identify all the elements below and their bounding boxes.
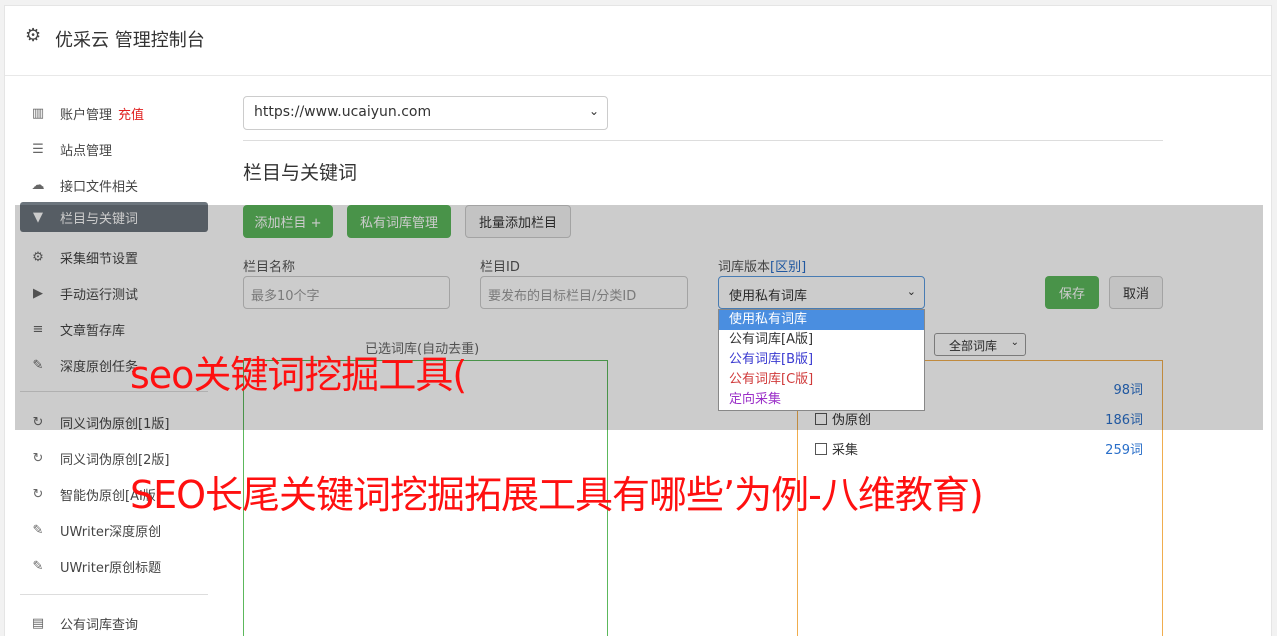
sidebar-item-uwriter-deep[interactable]: ✎ UWriter深度原创 <box>20 515 208 545</box>
sidebar-item-label: UWriter深度原创 <box>60 524 162 540</box>
dropdown-option[interactable]: 公有词库[A版] <box>719 330 924 350</box>
lib-item-label: 采集 <box>832 443 859 458</box>
gear-icon: ⚙ <box>25 25 42 46</box>
lib-list-item[interactable]: 采集 259词 <box>815 439 1143 458</box>
page-header: ⚙ 优采云 管理控制台 <box>5 6 1271 76</box>
sidebar-item-label: UWriter原创标题 <box>60 560 162 576</box>
sidebar-item-label: 账户管理 <box>60 107 113 123</box>
cloud-upload-icon: ☁ <box>31 177 45 193</box>
server-icon: ☰ <box>32 141 44 157</box>
recharge-link[interactable]: 充值 <box>118 104 144 123</box>
sidebar-divider <box>20 594 208 595</box>
sidebar-item-sites[interactable]: ☰ 站点管理 <box>20 134 208 164</box>
divider <box>243 140 1163 141</box>
book-icon: ▤ <box>31 615 45 631</box>
section-title: 栏目与关键词 <box>243 162 358 184</box>
sidebar-item-public-lib[interactable]: ▤ 公有词库查询 <box>20 608 208 636</box>
sidebar-item-uwriter-title[interactable]: ✎ UWriter原创标题 <box>20 551 208 581</box>
sidebar-item-account[interactable]: ▥ 账户管理 充值 <box>20 98 208 128</box>
dropdown-option[interactable]: 公有词库[B版] <box>719 350 924 370</box>
watermark-line-2: SEO长尾关键词挖掘拓展工具有哪些’为例-八维教育) <box>130 473 984 517</box>
site-select[interactable]: https://www.ucaiyun.com ⌄ <box>243 96 608 130</box>
dropdown-option[interactable]: 定向采集 <box>719 390 924 410</box>
sidebar-item-label: 接口文件相关 <box>60 179 139 195</box>
sidebar-item-api-files[interactable]: ☁ 接口文件相关 <box>20 170 208 200</box>
refresh-icon: ↻ <box>32 486 44 502</box>
lib-item-count: 259词 <box>1105 443 1143 458</box>
dropdown-option[interactable]: 公有词库[C版] <box>719 370 924 390</box>
lib-version-dropdown[interactable]: 使用私有词库 公有词库[A版] 公有词库[B版] 公有词库[C版] 定向采集 <box>718 309 925 411</box>
watermark-line-1: seo关键词挖掘工具( <box>130 353 467 397</box>
page-title: 优采云 管理控制台 <box>55 30 205 51</box>
edit-icon: ✎ <box>32 522 44 538</box>
edit-icon: ✎ <box>32 558 44 574</box>
bar-chart-icon: ▥ <box>31 105 45 121</box>
refresh-icon: ↻ <box>32 450 44 466</box>
site-select-value: https://www.ucaiyun.com <box>254 104 432 120</box>
chevron-down-icon: ⌄ <box>588 104 599 118</box>
checkbox[interactable] <box>815 443 827 455</box>
sidebar-item-label: 公有词库查询 <box>60 617 139 633</box>
dropdown-option[interactable]: 使用私有词库 <box>719 310 924 330</box>
sidebar-item-label: 站点管理 <box>60 143 113 159</box>
